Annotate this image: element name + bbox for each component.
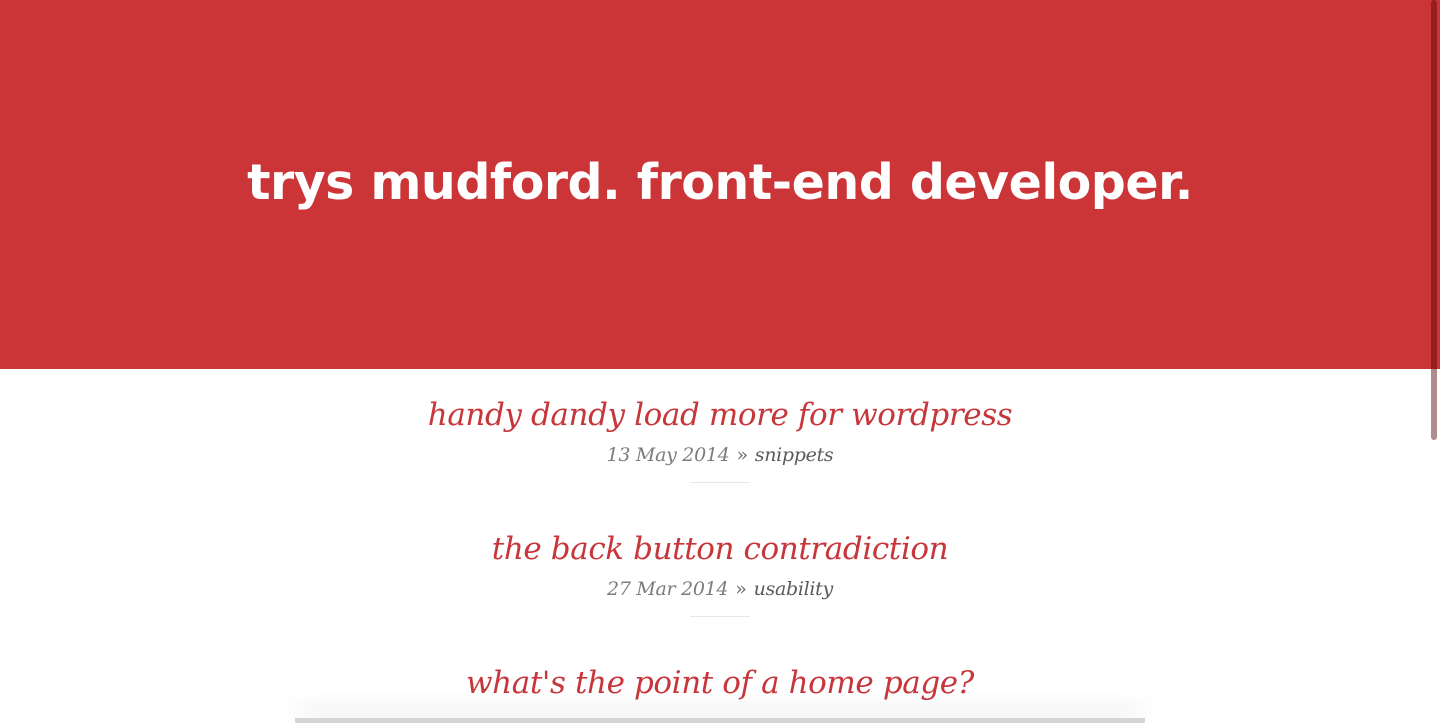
bottom-overlay-bar bbox=[295, 718, 1145, 723]
separator-icon: » bbox=[736, 444, 748, 466]
post-title-link[interactable]: what's the point of a home page? bbox=[466, 663, 974, 703]
post-item: the back button contradiction 27 Mar 201… bbox=[0, 529, 1440, 617]
post-item: handy dandy load more for wordpress 13 M… bbox=[0, 395, 1440, 483]
post-date: 13 May 2014 bbox=[606, 444, 730, 466]
post-meta: 27 Mar 2014 » usability bbox=[0, 577, 1440, 601]
post-divider bbox=[690, 482, 750, 483]
post-divider bbox=[690, 616, 750, 617]
site-title: trys mudford. front-end developer. bbox=[247, 154, 1193, 211]
post-category-link[interactable]: snippets bbox=[755, 444, 834, 466]
site-header: trys mudford. front-end developer. bbox=[0, 0, 1440, 369]
post-title-link[interactable]: the back button contradiction bbox=[492, 529, 949, 569]
post-category-link[interactable]: usability bbox=[754, 578, 834, 600]
post-date: 27 Mar 2014 bbox=[607, 578, 729, 600]
post-title-link[interactable]: handy dandy load more for wordpress bbox=[428, 395, 1013, 435]
post-item: what's the point of a home page? bbox=[0, 663, 1440, 703]
post-list: handy dandy load more for wordpress 13 M… bbox=[0, 369, 1440, 723]
post-meta: 13 May 2014 » snippets bbox=[0, 443, 1440, 467]
separator-icon: » bbox=[735, 578, 747, 600]
